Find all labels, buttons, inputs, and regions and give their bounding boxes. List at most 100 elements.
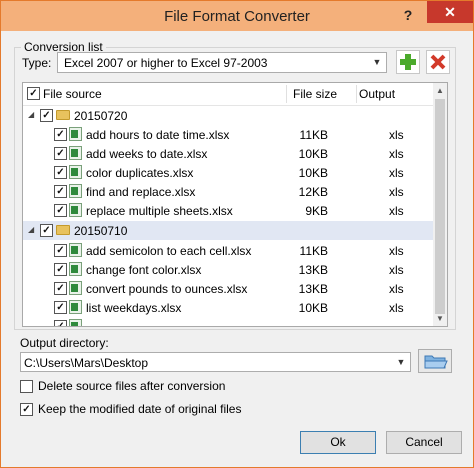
plus-icon	[400, 54, 416, 70]
file-output: xls	[389, 282, 404, 296]
header-file-size[interactable]: File size	[293, 87, 337, 101]
delete-source-checkbox[interactable]	[20, 380, 33, 394]
keep-date-option[interactable]: ✓ Keep the modified date of original file…	[20, 402, 242, 417]
file-checkbox[interactable]: ✓	[54, 147, 67, 160]
open-folder-icon	[424, 355, 448, 369]
excel-file-icon	[69, 146, 82, 160]
file-output: xls	[389, 128, 404, 142]
file-output: xls	[389, 185, 404, 199]
file-output: xls	[389, 204, 404, 218]
delete-source-label: Delete source files after conversion	[38, 379, 226, 393]
close-button[interactable]: ✕	[427, 1, 473, 23]
file-name: color duplicates.xlsx	[86, 166, 194, 180]
file-checkbox[interactable]: ✓	[54, 185, 67, 198]
excel-file-icon	[69, 184, 82, 198]
file-size: 10KB	[298, 147, 328, 161]
excel-file-icon	[69, 165, 82, 179]
file-size: 11KB	[299, 128, 328, 142]
header-file-source[interactable]: File source	[43, 87, 102, 101]
type-dropdown[interactable]: Excel 2007 or higher to Excel 97-2003 ▼	[57, 52, 387, 73]
file-checkbox[interactable]: ✓	[54, 320, 67, 326]
excel-file-icon	[69, 300, 82, 314]
scroll-down-icon[interactable]: ▼	[433, 312, 447, 326]
file-name: find and replace.xlsx	[86, 185, 196, 199]
file-name: change font color.xlsx	[86, 263, 202, 277]
folder-icon	[56, 225, 70, 235]
file-name: add semicolon to each cell.xlsx	[86, 244, 252, 258]
file-checkbox[interactable]: ✓	[54, 244, 67, 257]
help-button[interactable]: ?	[393, 4, 423, 26]
scrollbar-thumb[interactable]	[435, 99, 445, 314]
keep-date-checkbox[interactable]: ✓	[20, 403, 33, 417]
file-row[interactable]: ✓ add semicolon to each cell.xlsx 11KB x…	[23, 241, 433, 260]
title-bar[interactable]: File Format Converter ? ✕	[1, 1, 473, 31]
file-row-partial[interactable]: ✓	[23, 317, 433, 326]
excel-file-icon	[69, 243, 82, 257]
file-size: 13KB	[298, 263, 328, 277]
chevron-down-icon: ▼	[396, 357, 406, 367]
file-name: list weekdays.xlsx	[86, 301, 182, 315]
chevron-down-icon: ▼	[372, 57, 382, 67]
file-size: 11KB	[299, 244, 328, 258]
file-output: xls	[389, 147, 404, 161]
collapse-triangle-icon[interactable]: ◢	[28, 225, 34, 234]
folder-row[interactable]: ◢ ✓ 20150710	[23, 221, 433, 240]
collapse-triangle-icon[interactable]: ◢	[28, 110, 34, 119]
type-dropdown-value: Excel 2007 or higher to Excel 97-2003	[64, 56, 268, 70]
file-row[interactable]: ✓ color duplicates.xlsx 10KB xls	[23, 163, 433, 182]
folder-checkbox[interactable]: ✓	[40, 109, 53, 122]
file-row[interactable]: ✓ replace multiple sheets.xlsx 9KB xls	[23, 201, 433, 220]
vertical-scrollbar[interactable]: ▲ ▼	[433, 83, 447, 326]
excel-file-icon	[69, 319, 82, 326]
file-row[interactable]: ✓ change font color.xlsx 13KB xls	[23, 260, 433, 279]
file-size: 10KB	[298, 166, 328, 180]
output-directory-label: Output directory:	[20, 336, 109, 350]
file-checkbox[interactable]: ✓	[54, 128, 67, 141]
file-checkbox[interactable]: ✓	[54, 263, 67, 276]
file-checkbox[interactable]: ✓	[54, 166, 67, 179]
file-output: xls	[389, 244, 404, 258]
output-directory-dropdown[interactable]: C:\Users\Mars\Desktop ▼	[20, 352, 411, 372]
type-label: Type:	[22, 56, 52, 70]
remove-button[interactable]	[426, 50, 450, 74]
select-all-checkbox[interactable]: ✓	[27, 87, 40, 100]
delete-x-icon	[430, 54, 446, 70]
scroll-up-icon[interactable]: ▲	[433, 84, 447, 98]
excel-file-icon	[69, 127, 82, 141]
excel-file-icon	[69, 203, 82, 217]
folder-name: 20150720	[74, 109, 128, 123]
folder-name: 20150710	[74, 224, 128, 238]
file-name: replace multiple sheets.xlsx	[86, 204, 233, 218]
add-button[interactable]	[396, 50, 420, 74]
header-separator	[356, 85, 357, 103]
file-name: convert pounds to ounces.xlsx	[86, 282, 248, 296]
header-separator	[286, 85, 287, 103]
file-row[interactable]: ✓ add weeks to date.xlsx 10KB xls	[23, 144, 433, 163]
file-size: 12KB	[298, 185, 328, 199]
file-row[interactable]: ✓ add hours to date time.xlsx 11KB xls	[23, 125, 433, 144]
keep-date-label: Keep the modified date of original files	[38, 402, 242, 416]
file-output: xls	[389, 301, 404, 315]
file-row[interactable]: ✓ find and replace.xlsx 12KB xls	[23, 182, 433, 201]
header-output[interactable]: Output	[359, 87, 395, 101]
file-checkbox[interactable]: ✓	[54, 204, 67, 217]
folder-icon	[56, 110, 70, 120]
folder-row[interactable]: ◢ ✓ 20150720	[23, 106, 433, 125]
file-row[interactable]: ✓ list weekdays.xlsx 10KB xls	[23, 298, 433, 317]
file-size: 10KB	[298, 301, 328, 315]
delete-source-option[interactable]: Delete source files after conversion	[20, 379, 226, 394]
output-directory-value: C:\Users\Mars\Desktop	[24, 356, 149, 370]
file-list[interactable]: ✓ File source File size Output ◢ ✓ 20150…	[22, 82, 448, 327]
cancel-button[interactable]: Cancel	[386, 431, 462, 454]
file-size: 13KB	[298, 282, 328, 296]
file-checkbox[interactable]: ✓	[54, 301, 67, 314]
file-name: add weeks to date.xlsx	[86, 147, 208, 161]
browse-folder-button[interactable]	[418, 349, 452, 373]
excel-file-icon	[69, 262, 82, 276]
file-row[interactable]: ✓ convert pounds to ounces.xlsx 13KB xls	[23, 279, 433, 298]
folder-checkbox[interactable]: ✓	[40, 224, 53, 237]
excel-file-icon	[69, 281, 82, 295]
file-list-header: ✓ File source File size Output	[23, 83, 433, 106]
ok-button[interactable]: Ok	[300, 431, 376, 454]
file-checkbox[interactable]: ✓	[54, 282, 67, 295]
